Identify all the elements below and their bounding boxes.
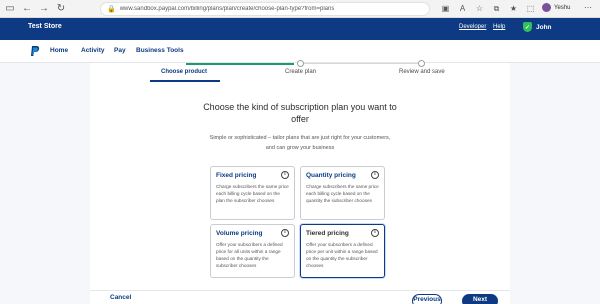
- option-title: Tiered pricing: [306, 230, 349, 237]
- active-step-underline: [150, 80, 220, 82]
- option-title: Quantity pricing: [306, 172, 356, 179]
- option-tiered-pricing[interactable]: Tiered pricing Offer your subscribers a …: [300, 224, 385, 278]
- avatar: [542, 3, 551, 12]
- profile-button[interactable]: Yeshu: [542, 3, 570, 12]
- step-dot-review: [418, 60, 425, 67]
- extensions-icon[interactable]: ⬚: [525, 3, 536, 14]
- more-options-icon[interactable]: ⋯: [584, 3, 592, 12]
- info-icon[interactable]: i: [281, 171, 289, 179]
- browser-toolbar: ▭ ← → ↻ 🔒 www.sandbox.paypal.com/billing…: [0, 0, 600, 18]
- user-menu[interactable]: ✓ John: [523, 22, 552, 32]
- collections-icon[interactable]: ⧉: [491, 3, 502, 14]
- option-description: Offer your subscribers a defined price p…: [306, 242, 378, 268]
- previous-button[interactable]: Previous: [412, 294, 442, 304]
- profile-name: Yeshu: [554, 4, 571, 11]
- step-dot-create-plan: [297, 60, 304, 67]
- option-description: Offer your subscribers a defined price f…: [216, 242, 283, 268]
- wizard-footer: Cancel Previous Next: [90, 290, 510, 304]
- paypal-header: Test Store Developer Help ✓ John: [0, 18, 600, 40]
- reload-icon[interactable]: ↻: [54, 2, 68, 16]
- favorites-bar-icon[interactable]: ★: [508, 3, 519, 14]
- nav-activity[interactable]: Activity: [81, 47, 104, 54]
- info-icon[interactable]: i: [281, 229, 289, 237]
- step-create-plan: Create plan: [285, 69, 317, 75]
- lock-icon: 🔒: [107, 6, 116, 13]
- page-subtitle: Simple or sophisticated – tailor plans t…: [209, 135, 391, 151]
- nav-pay[interactable]: Pay: [114, 47, 126, 54]
- stepper-progress-line: [186, 63, 294, 65]
- paypal-logo-icon[interactable]: [30, 46, 40, 57]
- info-icon[interactable]: i: [371, 229, 379, 237]
- window-icon[interactable]: ▭: [3, 2, 17, 16]
- user-name: John: [536, 23, 552, 31]
- step-review-and-save: Review and save: [399, 69, 445, 75]
- url-text: www.sandbox.paypal.com/billing/plans/pla…: [119, 6, 335, 12]
- screenshot-icon[interactable]: ▣: [440, 3, 451, 14]
- content-panel: Choose product Create plan Review and sa…: [90, 60, 510, 304]
- forward-icon[interactable]: →: [37, 2, 51, 16]
- back-icon[interactable]: ←: [20, 2, 34, 16]
- option-description: Charge subscribers the same price each b…: [306, 184, 379, 203]
- plan-type-card: Choose the kind of subscription plan you…: [90, 87, 510, 304]
- option-fixed-pricing[interactable]: Fixed pricing Charge subscribers the sam…: [210, 166, 295, 220]
- option-quantity-pricing[interactable]: Quantity pricing Charge subscribers the …: [300, 166, 385, 220]
- shield-check-icon: ✓: [523, 22, 532, 32]
- step-choose-product[interactable]: Choose product: [161, 69, 207, 75]
- nav-home[interactable]: Home: [50, 47, 68, 54]
- cancel-link[interactable]: Cancel: [110, 294, 131, 301]
- read-aloud-icon[interactable]: A: [457, 3, 468, 14]
- option-volume-pricing[interactable]: Volume pricing Offer your subscribers a …: [210, 224, 295, 278]
- store-name: Test Store: [28, 23, 62, 30]
- favorite-icon[interactable]: ☆: [474, 3, 485, 14]
- help-link[interactable]: Help: [493, 24, 505, 30]
- progress-stepper: Choose product Create plan Review and sa…: [90, 60, 510, 83]
- developer-link[interactable]: Developer: [459, 24, 486, 30]
- nav-business-tools[interactable]: Business Tools: [136, 47, 184, 54]
- option-title: Fixed pricing: [216, 172, 257, 179]
- page-title: Choose the kind of subscription plan you…: [203, 102, 397, 124]
- info-icon[interactable]: i: [371, 171, 379, 179]
- address-bar[interactable]: 🔒 www.sandbox.paypal.com/billing/plans/p…: [100, 2, 430, 16]
- option-title: Volume pricing: [216, 230, 263, 237]
- stepper-remaining-line: [300, 63, 418, 64]
- option-description: Charge subscribers the same price each b…: [216, 184, 289, 203]
- next-button[interactable]: Next: [462, 294, 498, 304]
